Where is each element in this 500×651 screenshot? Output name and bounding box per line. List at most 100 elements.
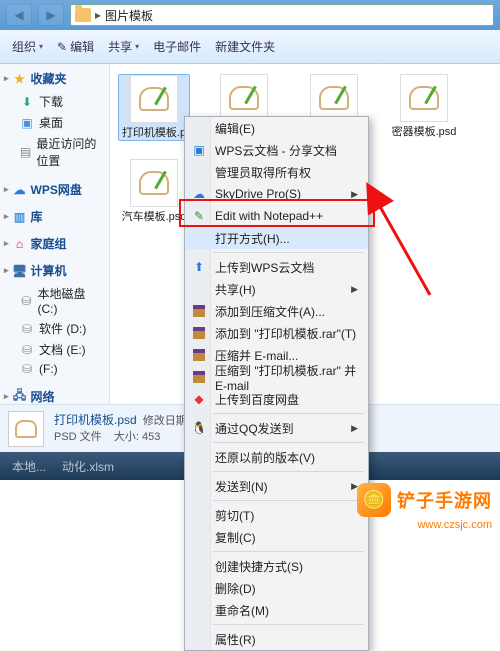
context-menu: 编辑(E) ▣WPS云文档 - 分享文档 管理员取得所有权 ☁SkyDrive … bbox=[184, 116, 369, 651]
address-bar[interactable]: ▸ 图片模板 bbox=[70, 4, 494, 26]
desktop-icon: ▣ bbox=[20, 116, 34, 130]
ctx-add-rar[interactable]: 添加到 "打印机模板.rar"(T) bbox=[185, 322, 368, 344]
menu-separator bbox=[213, 252, 364, 253]
chevron-right-icon: ▸ bbox=[95, 8, 101, 22]
drive-icon: ⛁ bbox=[20, 343, 34, 357]
ctx-rename[interactable]: 重命名(M) bbox=[185, 599, 368, 621]
ctx-skydrive[interactable]: ☁SkyDrive Pro(S)▶ bbox=[185, 183, 368, 205]
menu-separator bbox=[213, 442, 364, 443]
ctx-edit[interactable]: 编辑(E) bbox=[185, 117, 368, 139]
ctx-wps-share[interactable]: ▣WPS云文档 - 分享文档 bbox=[185, 139, 368, 161]
file-item[interactable]: 打印机模板.p bbox=[118, 74, 190, 141]
file-name-label: 汽车模板.psd bbox=[122, 211, 187, 224]
file-item[interactable]: 汽车模板.psd bbox=[118, 159, 190, 224]
toolbar-edit[interactable]: ✎编辑 bbox=[57, 38, 94, 55]
library-icon: ▥ bbox=[13, 210, 27, 224]
archive-icon bbox=[191, 347, 207, 363]
watermark: 🪙 铲子手游网 www.czsjc.com bbox=[357, 483, 492, 517]
menu-separator bbox=[213, 471, 364, 472]
ctx-send-to[interactable]: 发送到(N)▶ bbox=[185, 475, 368, 497]
ctx-qq-send[interactable]: 🐧通过QQ发送到▶ bbox=[185, 417, 368, 439]
sidebar-wps[interactable]: ▸☁WPS网盘 bbox=[4, 181, 105, 198]
sidebar-desktop[interactable]: ▣桌面 bbox=[4, 112, 105, 133]
qq-icon: 🐧 bbox=[191, 420, 207, 436]
ctx-restore[interactable]: 还原以前的版本(V) bbox=[185, 446, 368, 468]
details-date-label: 修改日期: bbox=[143, 415, 190, 427]
file-item[interactable]: 密器模板.psd bbox=[388, 74, 460, 141]
recent-icon: ▤ bbox=[20, 145, 31, 159]
sidebar-recent[interactable]: ▤最近访问的位置 bbox=[4, 133, 105, 171]
ctx-notepad[interactable]: ✎Edit with Notepad++ bbox=[185, 205, 368, 227]
archive-icon bbox=[191, 369, 207, 385]
ctx-delete[interactable]: 删除(D) bbox=[185, 577, 368, 599]
ctx-properties[interactable]: 属性(R) bbox=[185, 628, 368, 650]
ctx-email-rar[interactable]: 压缩到 "打印机模板.rar" 并 E-mail bbox=[185, 366, 368, 388]
watermark-logo-icon: 🪙 bbox=[357, 483, 391, 517]
ctx-add-archive[interactable]: 添加到压缩文件(A)... bbox=[185, 300, 368, 322]
details-filetype: PSD 文件 bbox=[54, 431, 102, 443]
ctx-cut[interactable]: 剪切(T) bbox=[185, 504, 368, 526]
details-filename: 打印机模板.psd bbox=[54, 413, 137, 427]
ctx-share[interactable]: 共享(H)▶ bbox=[185, 278, 368, 300]
ctx-admin-rights[interactable]: 管理员取得所有权 bbox=[185, 161, 368, 183]
menu-separator bbox=[213, 500, 364, 501]
toolbar-email[interactable]: 电子邮件 bbox=[153, 38, 201, 55]
submenu-arrow-icon: ▶ bbox=[351, 189, 358, 200]
wps-icon: ▣ bbox=[191, 142, 207, 158]
skydrive-icon: ☁ bbox=[191, 186, 207, 202]
archive-icon bbox=[191, 303, 207, 319]
ctx-open-with[interactable]: 打开方式(H)... bbox=[185, 227, 368, 249]
ctx-upload-wps[interactable]: ⬆上传到WPS云文档 bbox=[185, 256, 368, 278]
cloud-icon: ☁ bbox=[13, 183, 27, 197]
taskbar-item[interactable]: 本地... bbox=[12, 458, 46, 475]
ctx-shortcut[interactable]: 创建快捷方式(S) bbox=[185, 555, 368, 577]
toolbar-share[interactable]: 共享▾ bbox=[108, 38, 139, 55]
ctx-copy[interactable]: 复制(C) bbox=[185, 526, 368, 548]
watermark-url: www.czsjc.com bbox=[417, 519, 492, 531]
window-titlebar: ◀ ▶ ▸ 图片模板 bbox=[0, 0, 500, 30]
sidebar-drive-c[interactable]: ⛁本地磁盘 (C:) bbox=[4, 283, 105, 318]
drive-icon: ⛁ bbox=[20, 294, 32, 308]
computer-icon: 🖥 bbox=[13, 264, 27, 278]
notepad-icon: ✎ bbox=[191, 208, 207, 224]
file-thumbnail-icon bbox=[310, 74, 358, 122]
sidebar-computer[interactable]: ▸🖥计算机 bbox=[4, 262, 105, 279]
details-size-value: 453 bbox=[142, 431, 160, 443]
details-thumbnail-icon bbox=[8, 411, 44, 447]
file-name-label: 打印机模板.p bbox=[122, 127, 186, 140]
sidebar-network[interactable]: ▸🖧网络 bbox=[4, 388, 105, 405]
sidebar-libraries[interactable]: ▸▥库 bbox=[4, 208, 105, 225]
sidebar-homegroup[interactable]: ▸⌂家庭组 bbox=[4, 235, 105, 252]
sidebar-favorites[interactable]: ▸★收藏夹 bbox=[4, 70, 105, 87]
taskbar-item[interactable]: 动化.xlsm bbox=[62, 458, 114, 475]
sidebar-drive-d[interactable]: ⛁软件 (D:) bbox=[4, 318, 105, 339]
drive-icon: ⛁ bbox=[20, 362, 34, 376]
details-size-label: 大小: bbox=[114, 431, 139, 443]
toolbar-new-folder[interactable]: 新建文件夹 bbox=[215, 38, 275, 55]
download-icon: ⬇ bbox=[20, 95, 34, 109]
file-thumbnail-icon bbox=[130, 159, 178, 207]
baidu-icon: ◆ bbox=[191, 391, 207, 407]
breadcrumb-folder[interactable]: 图片模板 bbox=[105, 7, 153, 24]
toolbar-organize[interactable]: 组织▾ bbox=[12, 38, 43, 55]
star-icon: ★ bbox=[13, 72, 27, 86]
archive-icon bbox=[191, 325, 207, 341]
sidebar-drive-e[interactable]: ⛁文档 (E:) bbox=[4, 339, 105, 360]
submenu-arrow-icon: ▶ bbox=[351, 284, 358, 295]
network-icon: 🖧 bbox=[13, 390, 27, 404]
ctx-upload-baidu[interactable]: ◆上传到百度网盘 bbox=[185, 388, 368, 410]
menu-separator bbox=[213, 551, 364, 552]
file-name-label: 密器模板.psd bbox=[392, 126, 457, 139]
nav-back-button[interactable]: ◀ bbox=[6, 4, 32, 26]
navigation-sidebar: ▸★收藏夹 ⬇下载 ▣桌面 ▤最近访问的位置 ▸☁WPS网盘 ▸▥库 ▸⌂家庭组… bbox=[0, 64, 110, 452]
menu-separator bbox=[213, 624, 364, 625]
nav-forward-button[interactable]: ▶ bbox=[38, 4, 64, 26]
explorer-toolbar: 组织▾ ✎编辑 共享▾ 电子邮件 新建文件夹 bbox=[0, 30, 500, 64]
upload-icon: ⬆ bbox=[191, 259, 207, 275]
folder-icon bbox=[75, 8, 91, 22]
sidebar-downloads[interactable]: ⬇下载 bbox=[4, 91, 105, 112]
annotation-arrow bbox=[370, 195, 440, 308]
watermark-name: 铲子手游网 bbox=[397, 487, 492, 513]
file-thumbnail-icon bbox=[220, 74, 268, 122]
sidebar-drive-f[interactable]: ⛁(F:) bbox=[4, 360, 105, 378]
